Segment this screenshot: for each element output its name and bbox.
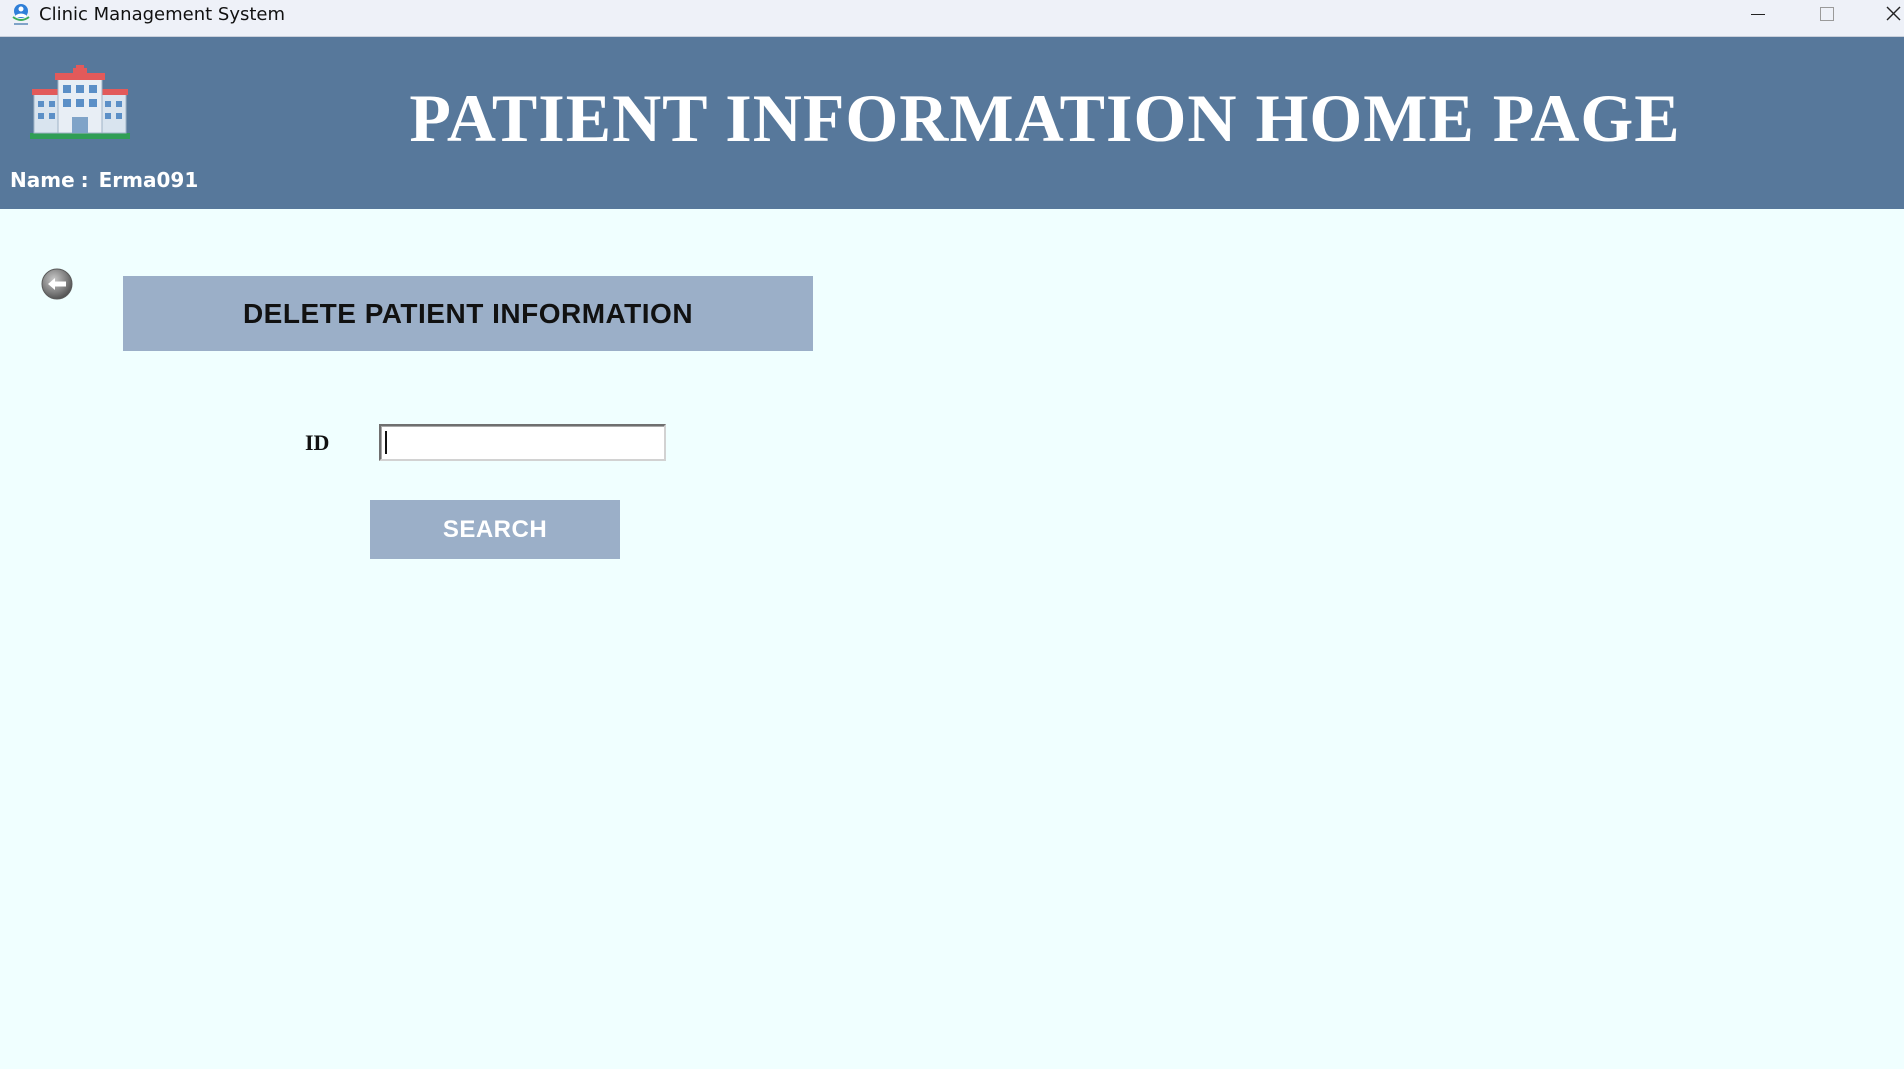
maximize-icon (1820, 7, 1834, 21)
user-name-label: Name (10, 168, 75, 192)
user-name-value: Erma091 (98, 168, 199, 192)
window-titlebar: Clinic Management System (0, 0, 1904, 37)
close-icon (1886, 6, 1901, 21)
section-header: DELETE PATIENT INFORMATION (123, 276, 813, 351)
page-title: PATIENT INFORMATION HOME PAGE (409, 80, 1681, 156)
back-button[interactable] (40, 267, 74, 301)
section-title: DELETE PATIENT INFORMATION (242, 297, 694, 329)
search-button[interactable]: SEARCH (370, 500, 620, 559)
text-cursor (385, 431, 387, 454)
id-label: ID (305, 430, 330, 455)
close-button[interactable] (1864, 0, 1904, 30)
maximize-button[interactable] (1796, 0, 1856, 30)
user-name-separator: : (80, 168, 89, 192)
patient-id-input[interactable] (379, 424, 666, 461)
user-name-line: Name: Erma091 (10, 168, 198, 192)
header-banner: PATIENT INFORMATION HOME PAGE Name: Erma0… (0, 37, 1904, 209)
hospital-icon (30, 65, 130, 139)
minimize-icon (1751, 14, 1765, 15)
back-arrow-icon (41, 268, 73, 300)
window-title: Clinic Management System (39, 4, 286, 25)
minimize-button[interactable] (1728, 0, 1788, 30)
clinic-app-icon (12, 4, 30, 25)
